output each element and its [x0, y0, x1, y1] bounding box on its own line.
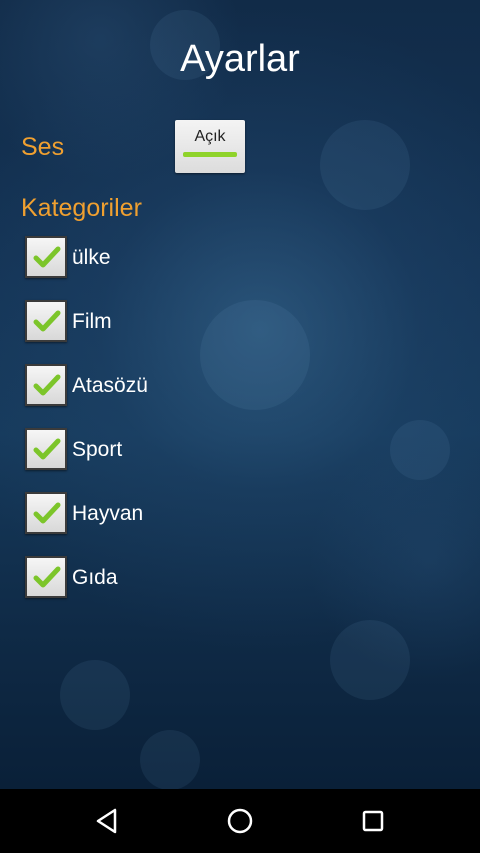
background-bokeh [200, 300, 310, 410]
category-checkbox[interactable] [25, 492, 67, 534]
sound-toggle-text: Açık [194, 128, 226, 145]
category-label: Hayvan [72, 502, 144, 525]
home-button[interactable] [224, 805, 256, 837]
system-navigation-bar [0, 789, 480, 853]
settings-screen: Ayarlar Ses Açık Kategoriler ülke Film A… [0, 0, 480, 853]
category-label: Atasözü [72, 374, 148, 397]
check-icon [33, 438, 61, 460]
page-title: Ayarlar [180, 38, 300, 80]
recents-button[interactable] [357, 805, 389, 837]
recents-square-icon [362, 810, 384, 832]
check-icon [33, 566, 61, 588]
check-icon [33, 374, 61, 396]
check-icon [33, 246, 61, 268]
category-label: Film [72, 310, 112, 333]
category-checkbox[interactable] [25, 364, 67, 406]
category-checkbox[interactable] [25, 556, 67, 598]
toggle-on-indicator [183, 152, 237, 157]
check-icon [33, 310, 61, 332]
category-label: ülke [72, 246, 111, 269]
background-bokeh [60, 660, 130, 730]
sound-label: Ses [21, 133, 65, 161]
category-checkbox[interactable] [25, 300, 67, 342]
back-button[interactable] [91, 805, 123, 837]
sound-toggle-button[interactable]: Açık [175, 120, 245, 173]
check-icon [33, 502, 61, 524]
background-bokeh [330, 620, 410, 700]
category-label: Gıda [72, 566, 118, 589]
background-bokeh [140, 730, 200, 790]
back-triangle-icon [96, 808, 117, 834]
category-checkbox[interactable] [25, 236, 67, 278]
home-circle-icon [227, 808, 253, 834]
categories-label: Kategoriler [21, 194, 142, 222]
background-bokeh [320, 120, 410, 210]
category-label: Sport [72, 438, 123, 461]
background-bokeh [390, 420, 450, 480]
category-checkbox[interactable] [25, 428, 67, 470]
